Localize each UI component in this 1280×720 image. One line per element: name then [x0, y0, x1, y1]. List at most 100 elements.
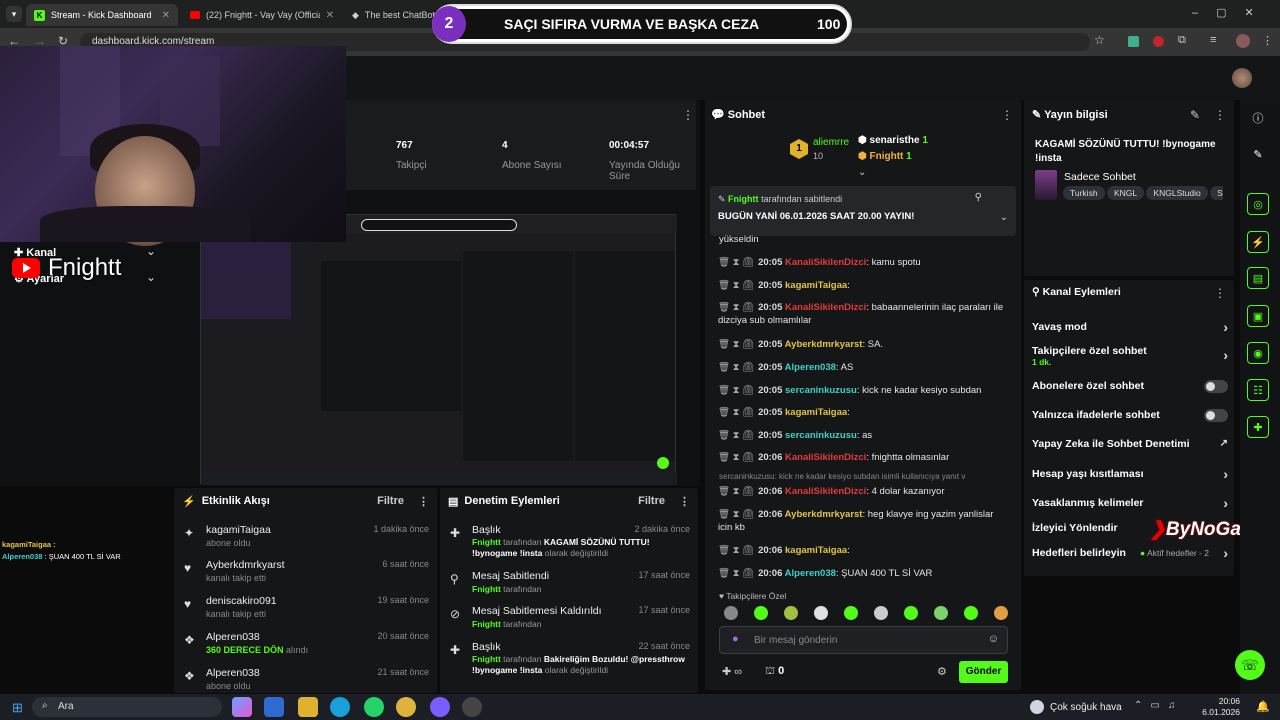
- stats-menu-icon[interactable]: ⋮: [682, 108, 694, 122]
- broadcast-icon[interactable]: ◉: [1247, 342, 1269, 364]
- message-username[interactable]: Ayberkdmrkyarst: [785, 509, 863, 520]
- action-subscribers-only[interactable]: Abonelere özel sohbet: [1032, 380, 1228, 393]
- action-account-age[interactable]: Hesap yaşı kısıtlaması ›: [1032, 466, 1228, 482]
- mod-actions-icon[interactable]: 🗑 ⧗ ⏲: [718, 430, 754, 441]
- message-username[interactable]: Alperen038: [785, 568, 836, 579]
- message-username[interactable]: KanaliSikilenDizci: [785, 302, 866, 313]
- message-username[interactable]: sercaninkuzusu: [785, 385, 857, 396]
- message-username[interactable]: kagamiTaigaa: [785, 545, 847, 556]
- action-followers-only[interactable]: Takipçilere özel sohbet 1 dk. ›: [1032, 345, 1228, 367]
- chat-message[interactable]: 🗑 ⧗ ⏲ 20:06 kagamiTaigaa:: [718, 544, 1008, 557]
- activity-menu-icon[interactable]: ⋮: [418, 495, 429, 508]
- mod-actions-icon[interactable]: 🗑 ⧗ ⏲: [718, 302, 754, 313]
- target-icon[interactable]: ◎: [1247, 193, 1269, 215]
- action-banned-words[interactable]: Yasaklanmış kelimeler ›: [1032, 495, 1228, 511]
- activity-filter-button[interactable]: Filtre: [377, 495, 404, 507]
- extensions-puzzle-icon[interactable]: ⧉: [1178, 34, 1186, 47]
- tag[interactable]: KNGLStudio: [1146, 186, 1208, 200]
- taskbar-search[interactable]: ⌕ Ara: [32, 697, 222, 717]
- send-button[interactable]: Gönder: [959, 661, 1008, 683]
- chat-input[interactable]: ● Bir mesaj gönderin ☺: [719, 626, 1008, 654]
- mod-actions-icon[interactable]: 🗑 ⧗ ⏲: [718, 568, 754, 579]
- chat-menu-icon[interactable]: ⋮: [1001, 108, 1013, 122]
- store-icon[interactable]: [264, 697, 284, 717]
- message-username[interactable]: KanaliSikilenDizci: [785, 452, 866, 463]
- chat-message[interactable]: 🗑 ⧗ ⏲ 20:05 KanaliSikilenDizci: babaannel…: [718, 301, 1008, 327]
- kick-points[interactable]: ⛫ 0: [765, 665, 784, 679]
- user-avatar[interactable]: [1232, 68, 1252, 88]
- tab-youtube[interactable]: (22) Fnightt - Vay Vay (Official a ✕: [182, 4, 342, 26]
- stream-info-menu-icon[interactable]: ⋮: [1214, 108, 1226, 122]
- emote-icon[interactable]: [784, 606, 798, 620]
- notification-bell-icon[interactable]: 🔔: [1256, 700, 1270, 713]
- extension-red-icon[interactable]: [1153, 36, 1164, 47]
- channel-chevron-icon[interactable]: ⌄: [146, 244, 156, 258]
- top-gifter-3[interactable]: ⬢ Fnightt 1: [858, 151, 912, 162]
- weather-text[interactable]: Çok soğuk hava: [1050, 702, 1122, 713]
- channel-actions-menu-icon[interactable]: ⋮: [1214, 286, 1226, 300]
- top-gifter-1[interactable]: aliemrre: [813, 137, 849, 148]
- emote-icon[interactable]: [844, 606, 858, 620]
- browser-menu-icon[interactable]: ⋮: [1262, 34, 1273, 47]
- edge-icon[interactable]: [330, 697, 350, 717]
- mod-actions-icon[interactable]: 🗑 ⧗ ⏲: [718, 452, 754, 463]
- subscribers-only-toggle[interactable]: [1204, 380, 1228, 393]
- message-username[interactable]: sercaninkuzusu: [785, 430, 857, 441]
- mod-actions-icon[interactable]: 🗑 ⧗ ⏲: [718, 280, 754, 291]
- tab-close-icon[interactable]: ✕: [162, 10, 170, 21]
- message-username[interactable]: kagamiTaigaa: [785, 407, 847, 418]
- emote-icon[interactable]: [814, 606, 828, 620]
- moderation-menu-icon[interactable]: ⋮: [679, 495, 690, 508]
- emote-icon[interactable]: [724, 606, 738, 620]
- chat-message[interactable]: 🗑 ⧗ ⏲ 20:05 Ayberkdmrkyarst: SA.: [718, 338, 1008, 351]
- emote-icon[interactable]: [934, 606, 948, 620]
- obs-icon[interactable]: [462, 697, 482, 717]
- action-emote-only[interactable]: Yalnızca ifadelerle sohbet: [1032, 409, 1228, 422]
- message-username[interactable]: Ayberkdmrkyarst: [785, 339, 863, 350]
- mod-actions-icon[interactable]: 🗑 ⧗ ⏲: [718, 486, 754, 497]
- mod-actions-icon[interactable]: 🗑 ⧗ ⏲: [718, 362, 754, 373]
- whatsapp-icon[interactable]: [364, 697, 384, 717]
- discord-icon[interactable]: [430, 697, 450, 717]
- microphone-icon[interactable]: ●: [732, 633, 739, 645]
- emote-icon[interactable]: [754, 606, 768, 620]
- chat-message[interactable]: 🗑 ⧗ ⏲ 20:06 KanaliSikilenDizci: fnightta …: [718, 451, 1008, 464]
- window-controls[interactable]: –▢✕: [1192, 6, 1272, 19]
- edit-icon[interactable]: ✎: [1190, 108, 1200, 122]
- mod-actions-icon[interactable]: 🗑 ⧗ ⏲: [718, 509, 754, 520]
- file-explorer-icon[interactable]: [298, 697, 318, 717]
- profile-avatar[interactable]: [1236, 34, 1250, 48]
- message-username[interactable]: kagamiTaigaa: [785, 280, 847, 291]
- emote-icon[interactable]: [904, 606, 918, 620]
- message-username[interactable]: Alperen038: [785, 362, 836, 373]
- action-slow-mode[interactable]: Yavaş mod ›: [1032, 319, 1228, 335]
- settings-chevron-icon[interactable]: ⌄: [146, 270, 156, 284]
- media-icon[interactable]: ≡: [1210, 34, 1216, 46]
- document-icon[interactable]: ▤: [1247, 267, 1269, 289]
- tray-icons[interactable]: ⌃▭♫: [1134, 700, 1183, 711]
- tab-close-icon[interactable]: ✕: [326, 10, 334, 21]
- tab-list-button[interactable]: ▾: [6, 6, 22, 22]
- top-gifter-2[interactable]: ⬢ senaristhe 1: [858, 135, 928, 146]
- clock-date[interactable]: 6.01.2026: [1198, 707, 1240, 717]
- start-icon[interactable]: ⊞: [12, 700, 23, 716]
- chat-message[interactable]: 🗑 ⧗ ⏲ 20:05 Alperen038: AS: [718, 361, 1008, 374]
- action-goals[interactable]: Hedefleri belirleyin ● Aktif hedefler - 2…: [1032, 545, 1228, 561]
- chat-message[interactable]: 🗑 ⧗ ⏲ 20:06 Alperen038: ŞUAN 400 TL Sİ VA…: [718, 567, 1008, 580]
- message-username[interactable]: KanaliSikilenDizci: [785, 486, 866, 497]
- mod-actions-icon[interactable]: 🗑 ⧗ ⏲: [718, 385, 754, 396]
- wrench-icon[interactable]: ✚: [1247, 416, 1269, 438]
- unpin-button[interactable]: ⚲: [975, 192, 982, 203]
- mod-actions-icon[interactable]: 🗑 ⧗ ⏲: [718, 339, 754, 350]
- emote-only-toggle[interactable]: [1204, 409, 1228, 422]
- mod-actions-icon[interactable]: 🗑 ⧗ ⏲: [718, 257, 754, 268]
- action-ai-moderation[interactable]: Yapay Zeka ile Sohbet Denetimi ↗: [1032, 438, 1228, 450]
- chat-message[interactable]: 🗑 ⧗ ⏲ 20:05 sercaninkuzusu: as: [718, 429, 1008, 442]
- support-chat-button[interactable]: ☏: [1235, 650, 1265, 680]
- users-icon[interactable]: ☷: [1247, 379, 1269, 401]
- clock-time[interactable]: 20:06: [1208, 696, 1240, 706]
- message-username[interactable]: KanaliSikilenDizci: [785, 257, 866, 268]
- tab-kick-dashboard[interactable]: K Stream - Kick Dashboard ✕: [26, 4, 178, 26]
- copilot-icon[interactable]: [232, 697, 252, 717]
- edit-sidebar-icon[interactable]: ✎: [1247, 143, 1269, 165]
